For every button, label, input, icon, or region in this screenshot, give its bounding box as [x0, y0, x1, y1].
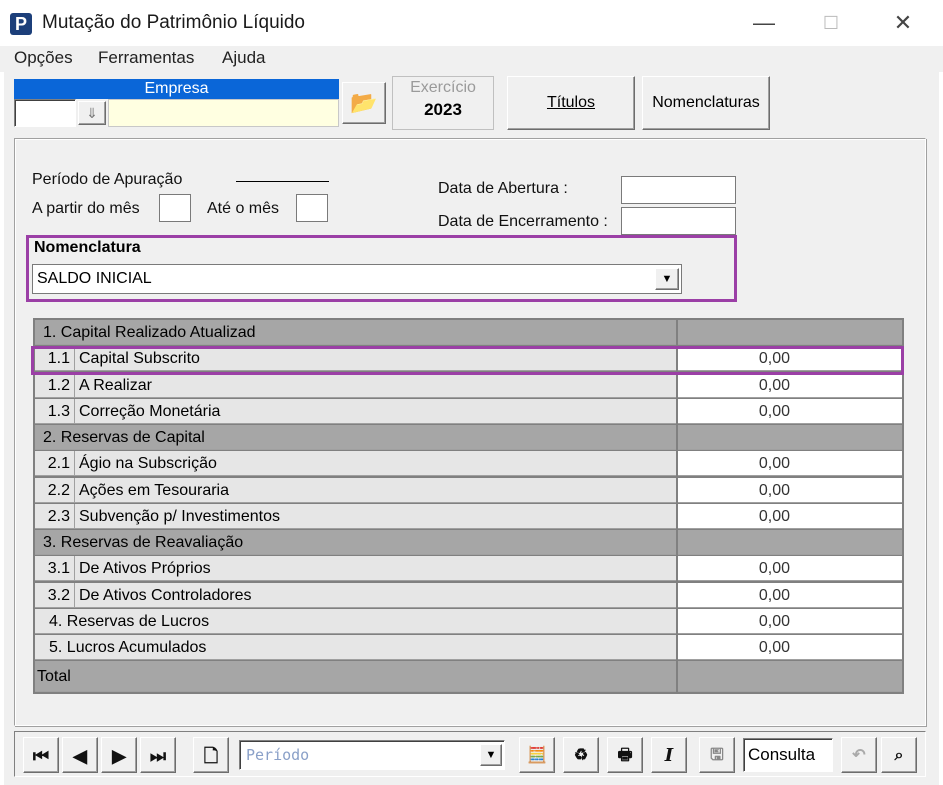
previous-record-icon[interactable]: ◀ [62, 737, 98, 773]
row-value-input[interactable]: 0,00 [678, 635, 902, 660]
periodo-placeholder: Período [246, 746, 310, 764]
encerramento-input[interactable] [621, 207, 736, 235]
row-number: 3.2 [35, 582, 75, 608]
row-value-input[interactable]: 0,00 [678, 556, 902, 582]
row-label: Ações em Tesouraria [79, 481, 229, 499]
window-title: Mutação do Patrimônio Líquido [42, 12, 305, 33]
close-icon[interactable]: ✕ [888, 10, 918, 36]
table-row: 5. Lucros Acumulados 0,00 [35, 635, 902, 661]
periodo-select[interactable]: Período ▼ [239, 740, 505, 770]
row-value-input[interactable]: 0,00 [678, 372, 902, 398]
section-label: 3. Reservas de Reavaliação [43, 534, 244, 551]
to-month-input[interactable] [296, 194, 328, 222]
menu-ferramentas[interactable]: Ferramentas [98, 48, 194, 68]
to-month-label: Até o mês [207, 200, 280, 217]
section-value [678, 530, 902, 555]
row-number: 1.2 [35, 372, 75, 398]
italic-icon[interactable]: I [651, 737, 687, 773]
row-number: 3.1 [35, 556, 75, 582]
row-label: Subvenção p/ Investimentos [79, 507, 281, 525]
table-row: 1.3 Correção Monetária 0,00 [35, 398, 902, 425]
calculator-icon[interactable]: 🧮 [519, 737, 555, 773]
row-label: 4. Reservas de Lucros [49, 612, 210, 630]
nomenclatura-selected-value: SALDO INICIAL [37, 270, 152, 287]
section-label: 1. Capital Realizado Atualizad [43, 324, 256, 341]
encerramento-label: Data de Encerramento : [438, 213, 608, 230]
empresa-code-input[interactable] [14, 99, 76, 127]
mode-field: Consulta [743, 738, 833, 772]
chevron-down-icon[interactable]: ▼ [655, 268, 679, 290]
from-month-label: A partir do mês [32, 200, 140, 217]
row-label: 5. Lucros Acumulados [49, 639, 207, 656]
titulos-button[interactable]: Títulos [507, 76, 635, 130]
periodo-title: Período de Apuração [32, 171, 183, 188]
abertura-label: Data de Abertura : [438, 180, 568, 197]
bottom-toolbar: ⏮ ◀ ▶ ⏭ 🗋 Período ▼ 🧮 ♻ 🖶 I 🖫 Consulta ↶… [14, 731, 926, 777]
table-row: 3.1 De Ativos Próprios 0,00 [35, 556, 902, 582]
last-record-icon[interactable]: ⏭ [140, 737, 176, 773]
nomenclatura-label: Nomenclatura [34, 239, 141, 256]
first-record-icon[interactable]: ⏮ [23, 737, 59, 773]
table-row: 1.2 A Realizar 0,00 [35, 372, 902, 399]
section-row: 2. Reservas de Capital [35, 425, 902, 451]
menu-ajuda[interactable]: Ajuda [222, 48, 265, 68]
section-value [678, 320, 902, 345]
table-row: 2.1 Ágio na Subscrição 0,00 [35, 451, 902, 477]
row-label: Correção Monetária [79, 402, 221, 420]
row-label: De Ativos Próprios [79, 560, 211, 578]
new-document-icon[interactable]: 🗋 [193, 737, 229, 773]
periodo-chevron-down-icon[interactable]: ▼ [480, 744, 502, 766]
row-number: 2.2 [35, 477, 75, 503]
section-row: 3. Reservas de Reavaliação [35, 530, 902, 556]
total-label: Total [37, 668, 71, 685]
row-value-input[interactable]: 0,00 [678, 398, 902, 424]
row-value-input[interactable]: 0,00 [678, 503, 902, 529]
row-number: 2.3 [35, 503, 75, 529]
exercicio-value: 2023 [424, 100, 462, 119]
menu-opcoes[interactable]: Opções [14, 48, 73, 68]
row-label: A Realizar [79, 376, 152, 394]
save-icon: 🖫 [699, 737, 735, 773]
section-label: 2. Reservas de Capital [43, 429, 205, 446]
row-number: 1.3 [35, 398, 75, 424]
empresa-name-field [108, 99, 339, 127]
table-row: 3.2 De Ativos Controladores 0,00 [35, 582, 902, 609]
next-record-icon[interactable]: ▶ [101, 737, 137, 773]
capital-subscrito-highlight [31, 346, 904, 375]
section-row: 1. Capital Realizado Atualizad [35, 320, 902, 346]
row-label: De Ativos Controladores [79, 586, 252, 604]
empresa-lookup-icon[interactable]: ⇓ [78, 101, 106, 125]
from-month-input[interactable] [159, 194, 191, 222]
abertura-input[interactable] [621, 176, 736, 204]
open-folder-icon[interactable]: 📂 [342, 82, 386, 124]
exercicio-label: Exercício [410, 79, 476, 96]
undo-icon: ↶ [841, 737, 877, 773]
row-number: 2.1 [35, 451, 75, 477]
row-value-input[interactable]: 0,00 [678, 451, 902, 477]
section-value [678, 425, 902, 450]
recycle-bin-icon[interactable]: ♻ [563, 737, 599, 773]
row-value-input[interactable]: 0,00 [678, 608, 902, 634]
periodo-divider [236, 181, 329, 182]
nomenclaturas-button[interactable]: Nomenclaturas [642, 76, 770, 130]
table-row: 2.3 Subvenção p/ Investimentos 0,00 [35, 503, 902, 530]
binoculars-icon[interactable]: ⌕ [881, 737, 917, 773]
minimize-icon[interactable]: — [749, 10, 779, 36]
total-value [678, 661, 902, 692]
table-row: 4. Reservas de Lucros 0,00 [35, 608, 902, 635]
printer-icon[interactable]: 🖶 [607, 737, 643, 773]
app-logo-icon: P [10, 13, 32, 35]
row-value-input[interactable]: 0,00 [678, 582, 902, 608]
total-row: Total [35, 661, 902, 692]
row-value-input[interactable]: 0,00 [678, 477, 902, 503]
maximize-icon: ☐ [822, 13, 840, 33]
row-label: Ágio na Subscrição [79, 455, 217, 473]
empresa-header: Empresa [14, 79, 339, 99]
table-row: 2.2 Ações em Tesouraria 0,00 [35, 477, 902, 504]
